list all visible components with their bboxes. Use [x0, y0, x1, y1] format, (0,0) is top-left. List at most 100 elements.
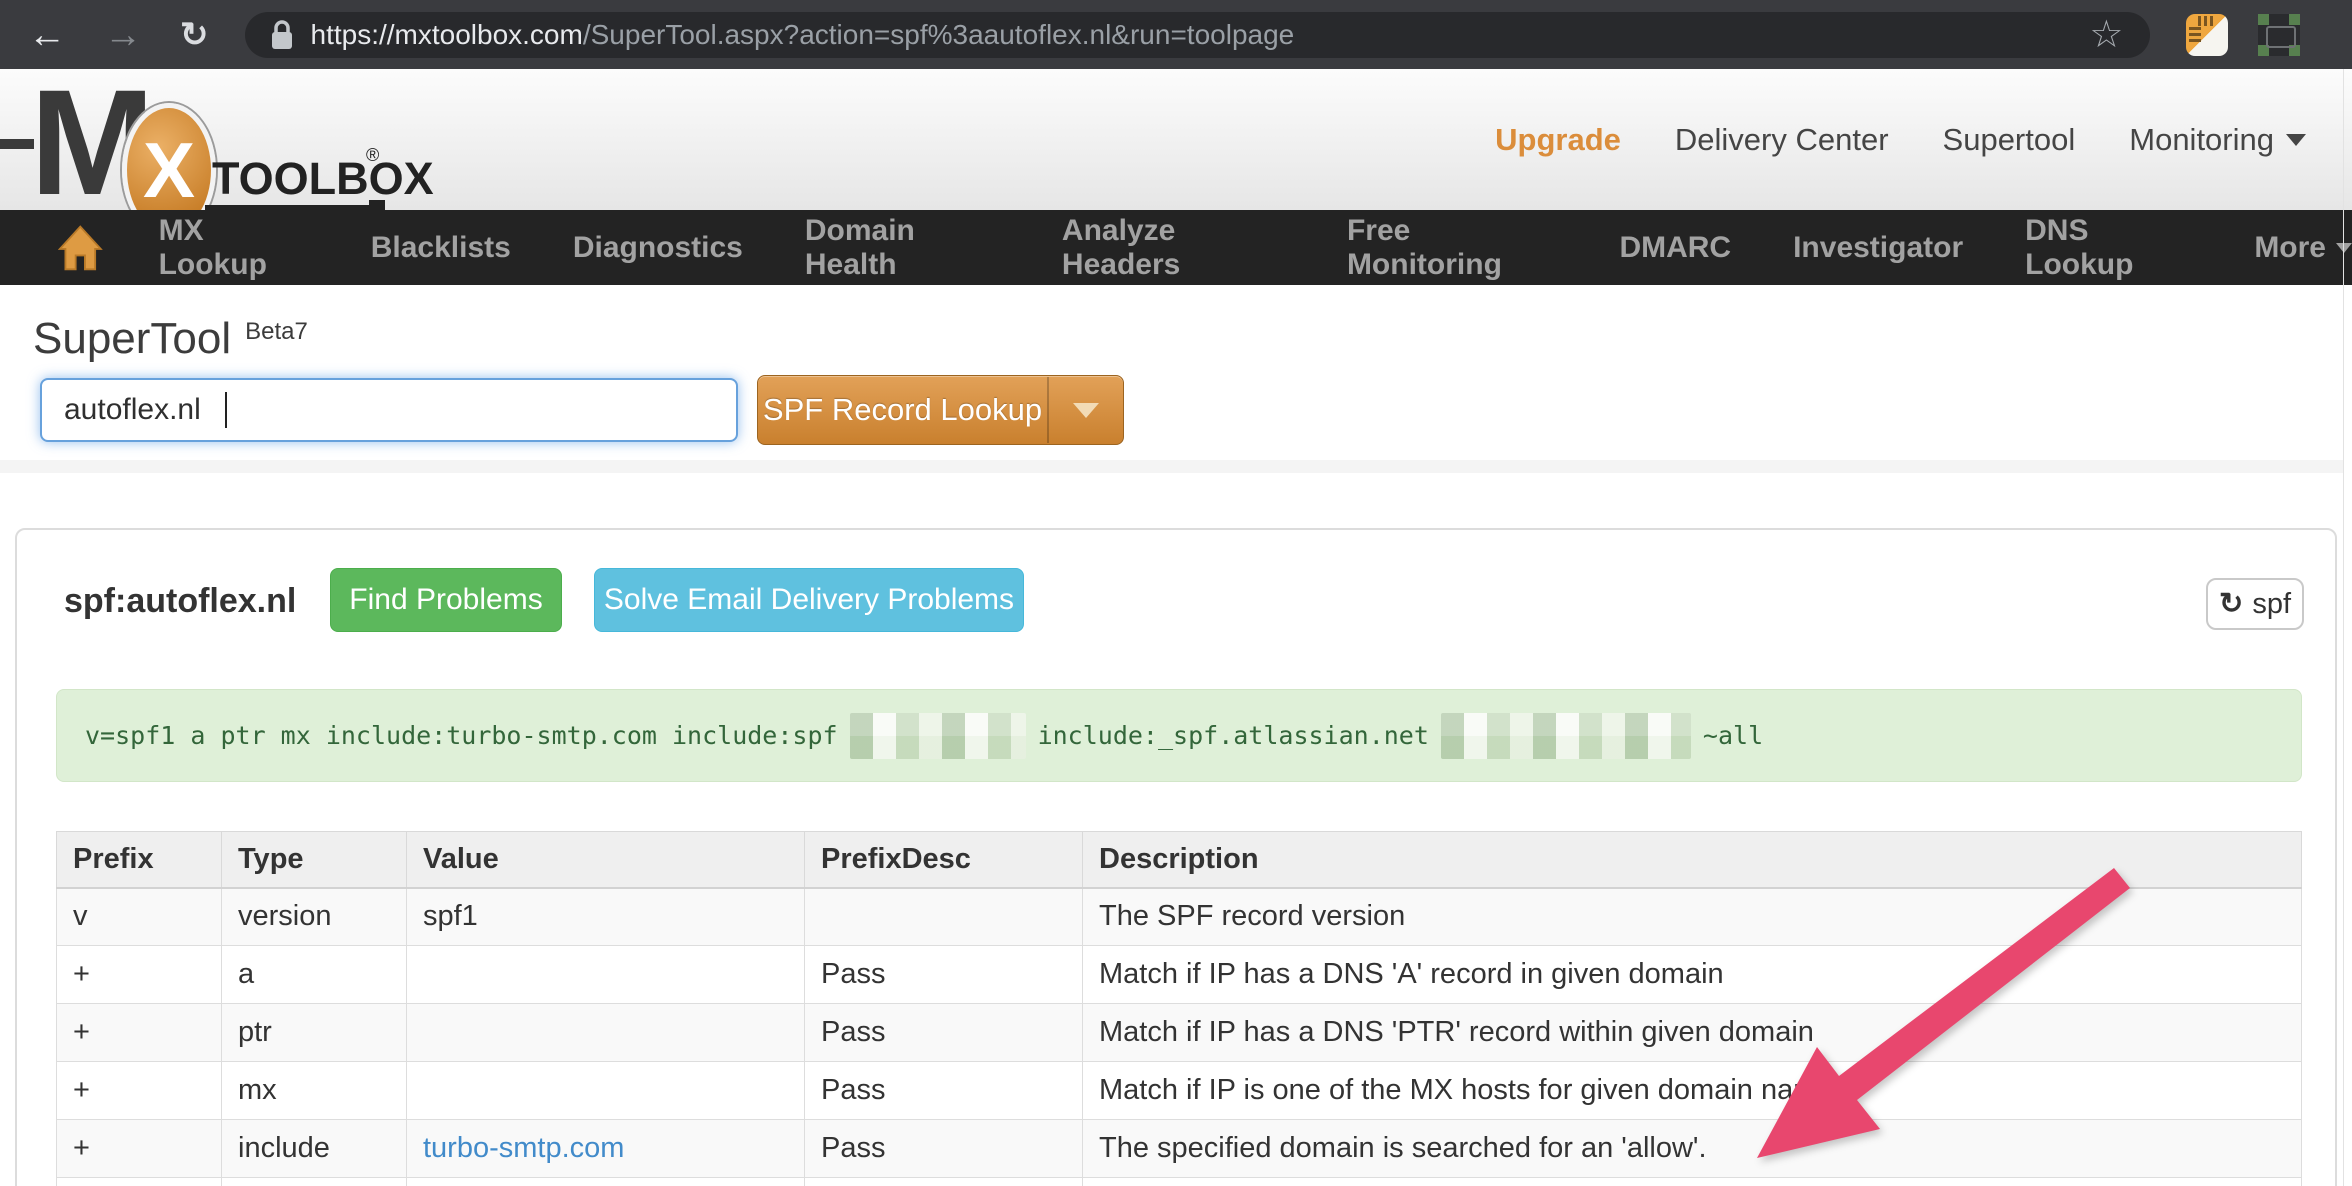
- tool-nav-more-label: More: [2254, 231, 2326, 265]
- tool-nav-domain-health[interactable]: Domain Health: [805, 214, 1000, 282]
- cell-prefixdesc: Pass: [805, 946, 1083, 1004]
- lock-icon: [271, 20, 293, 50]
- reload-icon[interactable]: ↻: [180, 18, 209, 52]
- cell-prefixdesc: [805, 888, 1083, 946]
- forward-icon[interactable]: →: [104, 16, 142, 54]
- table-row: + include turbo-smtp.com Pass The specif…: [57, 1120, 2302, 1178]
- tool-nav-more[interactable]: More: [2254, 231, 2352, 265]
- cell-description: Match if IP has a DNS 'A' record in give…: [1083, 946, 2302, 1004]
- home-icon[interactable]: [58, 223, 103, 273]
- screenshot-icon[interactable]: [2258, 14, 2300, 56]
- bookmark-star-icon[interactable]: ☆: [2089, 12, 2123, 57]
- site-header: M X TOOLBOX ® Upgrade Delivery Center Su…: [0, 69, 2352, 210]
- cell-type: a: [222, 946, 407, 1004]
- table-row: + a Pass Match if IP has a DNS 'A' recor…: [57, 946, 2302, 1004]
- results-panel: spf:autoflex.nl Find Problems Solve Emai…: [15, 528, 2337, 1186]
- back-icon[interactable]: ←: [28, 16, 66, 54]
- spf-record-lookup-button[interactable]: SPF Record Lookup: [757, 375, 1124, 445]
- cell-prefix: +: [57, 946, 222, 1004]
- cell-value: [407, 1062, 805, 1120]
- table-row: [57, 1178, 2302, 1186]
- cell-prefixdesc: Pass: [805, 1004, 1083, 1062]
- cell-prefix: v: [57, 888, 222, 946]
- refresh-spf-button[interactable]: ↻ spf: [2206, 578, 2304, 630]
- spf-record-part3: ~all: [1703, 721, 1763, 750]
- nav-monitoring-label: Monitoring: [2129, 122, 2274, 158]
- cell-type: include: [222, 1120, 407, 1178]
- tool-nav-diagnostics[interactable]: Diagnostics: [573, 231, 743, 265]
- cell-prefix: +: [57, 1120, 222, 1178]
- cell-type: mx: [222, 1062, 407, 1120]
- url-text: https://mxtoolbox.com/SuperTool.aspx?act…: [311, 19, 1295, 51]
- spf-record-part1: v=spf1 a ptr mx include:turbo-smtp.com i…: [85, 721, 838, 750]
- spf-record-box: v=spf1 a ptr mx include:turbo-smtp.com i…: [56, 689, 2302, 782]
- find-problems-button[interactable]: Find Problems: [330, 568, 562, 632]
- cell-type: version: [222, 888, 407, 946]
- mxtoolbox-logo[interactable]: M X TOOLBOX ®: [0, 83, 420, 213]
- cell-prefix: +: [57, 1004, 222, 1062]
- cell-value: turbo-smtp.com: [407, 1120, 805, 1178]
- cell-prefixdesc: Pass: [805, 1062, 1083, 1120]
- nav-monitoring[interactable]: Monitoring: [2129, 122, 2306, 158]
- tool-nav-dns-lookup[interactable]: DNS Lookup: [2025, 214, 2192, 282]
- chevron-down-icon: [1073, 403, 1099, 418]
- logo-toolbox-text: TOOLBOX: [212, 153, 434, 205]
- tool-nav-analyze-headers[interactable]: Analyze Headers: [1062, 214, 1285, 282]
- url-path: /SuperTool.aspx?action=spf%3aautoflex.nl…: [583, 19, 1294, 50]
- logo-x-letter: X: [143, 125, 195, 216]
- lookup-dropdown-toggle[interactable]: [1049, 403, 1123, 418]
- tool-nav-free-monitoring[interactable]: Free Monitoring: [1347, 214, 1558, 282]
- refresh-icon: ↻: [2219, 590, 2243, 619]
- address-bar[interactable]: https://mxtoolbox.com/SuperTool.aspx?act…: [245, 12, 2150, 58]
- table-row: v version spf1 The SPF record version: [57, 888, 2302, 946]
- tool-nav-dmarc[interactable]: DMARC: [1619, 231, 1731, 265]
- cell-type: ptr: [222, 1004, 407, 1062]
- section-divider: [0, 460, 2343, 473]
- result-heading: spf:autoflex.nl: [64, 582, 296, 621]
- cell-value: spf1: [407, 888, 805, 946]
- browser-toolbar: ← → ↻ https://mxtoolbox.com/SuperTool.as…: [0, 0, 2352, 69]
- tool-nav-investigator[interactable]: Investigator: [1793, 231, 1963, 265]
- scrollbar-edge: [2343, 69, 2344, 1186]
- table-row: + ptr Pass Match if IP has a DNS 'PTR' r…: [57, 1004, 2302, 1062]
- corner-mark: [2289, 14, 2300, 25]
- col-description: Description: [1083, 832, 2302, 888]
- col-prefixdesc: PrefixDesc: [805, 832, 1083, 888]
- table-row: + mx Pass Match if IP is one of the MX h…: [57, 1062, 2302, 1120]
- page-title-text: SuperTool: [33, 314, 231, 363]
- cell-value: [407, 1004, 805, 1062]
- tool-nav: MX Lookup Blacklists Diagnostics Domain …: [0, 210, 2352, 285]
- cell-description: Match if IP is one of the MX hosts for g…: [1083, 1062, 2302, 1120]
- extension-icon[interactable]: [2186, 14, 2228, 56]
- corner-mark: [2258, 14, 2269, 25]
- page: ← → ↻ https://mxtoolbox.com/SuperTool.as…: [0, 0, 2352, 1186]
- header-nav: Upgrade Delivery Center Supertool Monito…: [1495, 69, 2306, 210]
- url-host: https://mxtoolbox.com: [311, 19, 583, 50]
- redacted-block: [850, 713, 1026, 759]
- domain-input[interactable]: [40, 378, 738, 442]
- chevron-down-icon: [2336, 243, 2352, 253]
- spf-record-part2: include:_spf.atlassian.net: [1038, 721, 1429, 750]
- turbo-smtp-link[interactable]: turbo-smtp.com: [423, 1132, 624, 1164]
- logo-registered-mark: ®: [366, 145, 379, 166]
- col-type: Type: [222, 832, 407, 888]
- spf-table: Prefix Type Value PrefixDesc Description…: [56, 831, 2302, 1186]
- cell-prefixdesc: Pass: [805, 1120, 1083, 1178]
- screenshot-frame: [2266, 26, 2296, 48]
- text-cursor: [225, 392, 227, 428]
- redacted-block: [1441, 713, 1691, 759]
- tool-nav-blacklists[interactable]: Blacklists: [371, 231, 511, 265]
- nav-supertool[interactable]: Supertool: [1943, 122, 2076, 158]
- page-title: SuperTool Beta7: [33, 314, 308, 364]
- col-prefix: Prefix: [57, 832, 222, 888]
- col-value: Value: [407, 832, 805, 888]
- cell-description: The SPF record version: [1083, 888, 2302, 946]
- cell-description: Match if IP has a DNS 'PTR' record withi…: [1083, 1004, 2302, 1062]
- solve-email-delivery-problems-button[interactable]: Solve Email Delivery Problems: [594, 568, 1024, 632]
- beta-badge: Beta7: [245, 318, 308, 345]
- cell-description: The specified domain is searched for an …: [1083, 1120, 2302, 1178]
- nav-delivery-center[interactable]: Delivery Center: [1675, 122, 1889, 158]
- tool-nav-mx-lookup[interactable]: MX Lookup: [159, 214, 309, 282]
- nav-upgrade[interactable]: Upgrade: [1495, 122, 1621, 158]
- table-header-row: Prefix Type Value PrefixDesc Description: [57, 832, 2302, 888]
